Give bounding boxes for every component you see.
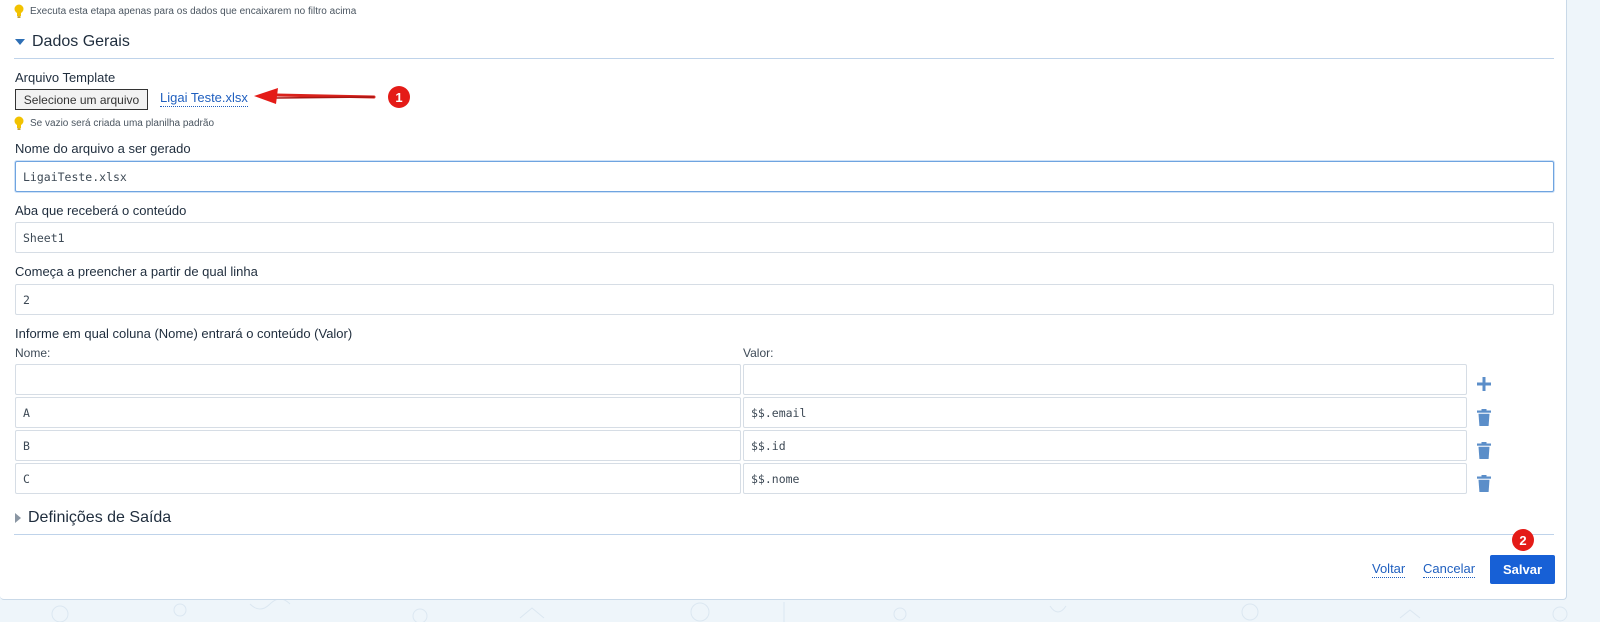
row-b-value-input[interactable]: $$.id [743,430,1467,461]
delete-row-a-button[interactable] [1474,406,1494,428]
row-c-name-input[interactable]: C [15,463,741,494]
output-file-label: Nome do arquivo a ser gerado [15,141,191,156]
template-hint-text: Se vazio será criada uma planilha padrão [30,117,214,129]
lightbulb-icon [14,116,24,130]
new-value-input[interactable] [743,364,1467,395]
output-file-input[interactable]: LigaiTeste.xlsx [15,161,1554,192]
section-divider [14,534,1554,535]
template-hint: Se vazio será criada uma planilha padrão [14,116,214,130]
name-column-header: Nome: [15,346,51,360]
filter-hint-text: Executa esta etapa apenas para os dados … [30,5,357,17]
plus-icon [1477,377,1491,391]
trash-icon [1477,408,1491,426]
caret-down-icon [15,39,25,45]
annotation-badge-1: 1 [388,86,410,108]
trash-icon [1477,441,1491,459]
row-b-name-input[interactable]: B [15,430,741,461]
sheet-label: Aba que receberá o conteúdo [15,203,187,218]
template-label: Arquivo Template [15,70,116,85]
caret-right-icon [15,513,21,523]
save-button[interactable]: Salvar [1490,555,1555,584]
new-name-input[interactable] [15,364,741,395]
form-panel: Executa esta etapa apenas para os dados … [0,0,1567,600]
section-definicoes-saida-title: Definições de Saída [28,509,172,526]
start-row-input[interactable]: 2 [15,284,1554,315]
value-column-header: Valor: [743,346,774,360]
section-divider [14,58,1554,59]
lightbulb-icon [14,4,24,18]
section-dados-gerais-toggle[interactable]: Dados Gerais [15,33,130,51]
trash-icon [1477,474,1491,492]
row-c-value-input[interactable]: $$.nome [743,463,1467,494]
cancel-link[interactable]: Cancelar [1423,561,1476,578]
delete-row-c-button[interactable] [1474,472,1494,494]
sheet-input[interactable]: Sheet1 [15,222,1554,253]
background-pattern [51,600,1568,622]
row-a-value-input[interactable]: $$.email [743,397,1467,428]
select-file-button[interactable]: Selecione um arquivo [15,89,148,110]
template-file-link[interactable]: Ligai Teste.xlsx [160,90,248,107]
delete-row-b-button[interactable] [1474,439,1494,461]
add-row-button[interactable] [1474,373,1494,395]
mapping-label: Informe em qual coluna (Nome) entrará o … [15,326,353,341]
row-a-name-input[interactable]: A [15,397,741,428]
back-link[interactable]: Voltar [1372,561,1406,578]
section-dados-gerais-title: Dados Gerais [32,33,130,50]
filter-hint: Executa esta etapa apenas para os dados … [14,4,356,18]
start-row-label: Começa a preencher a partir de qual linh… [15,264,258,279]
annotation-badge-2: 2 [1512,529,1534,551]
section-definicoes-saida-toggle[interactable]: Definições de Saída [15,509,171,527]
arrow-annotation-icon [254,88,376,104]
